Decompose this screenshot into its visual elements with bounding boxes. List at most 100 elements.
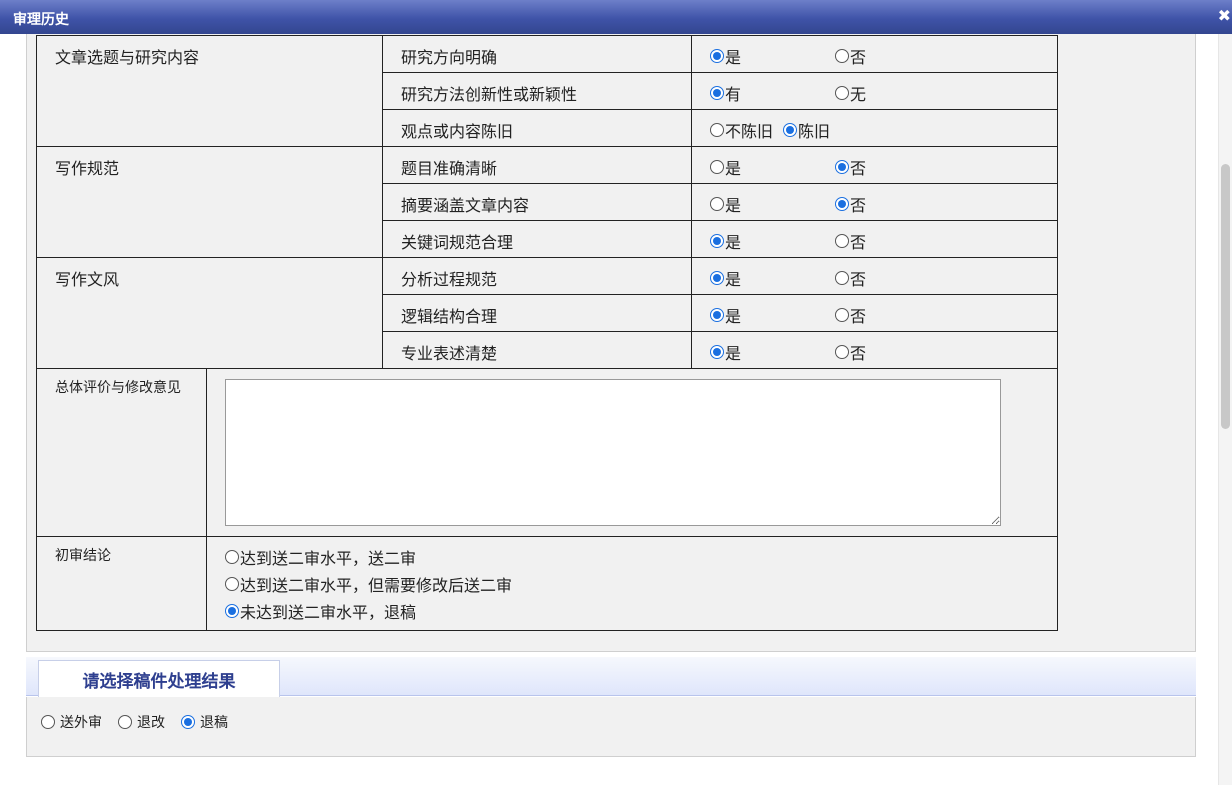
radio-button[interactable] <box>710 86 724 100</box>
option-label: 是 <box>725 344 742 363</box>
result-option-label: 退稿 <box>200 715 228 731</box>
radio-button[interactable] <box>835 86 849 100</box>
radio-option[interactable]: 有 <box>710 81 741 105</box>
radio-button[interactable] <box>710 308 724 322</box>
options-cell: 是否 <box>691 146 1058 184</box>
conclusion-option-label: 达到送二审水平，但需要修改后送二审 <box>240 575 513 595</box>
criterion-label: 摘要涵盖文章内容 <box>401 196 530 215</box>
tab-select-result[interactable]: 请选择稿件处理结果 <box>38 660 280 697</box>
option-label: 否 <box>850 344 867 363</box>
radio-option[interactable]: 是 <box>710 340 741 364</box>
radio-button[interactable] <box>710 123 724 137</box>
radio-button[interactable] <box>835 234 849 248</box>
window-titlebar: 审理历史 ✖ <box>0 0 1232 34</box>
radio-option[interactable]: 否 <box>835 229 866 253</box>
result-option[interactable]: 退稿 <box>181 712 228 732</box>
criterion-label: 观点或内容陈旧 <box>401 122 514 141</box>
comments-textarea[interactable] <box>225 379 1001 526</box>
radio-button[interactable] <box>118 715 132 729</box>
category-label: 文章选题与研究内容 <box>55 48 200 67</box>
option-label: 否 <box>850 196 867 215</box>
criterion-label: 分析过程规范 <box>401 270 498 289</box>
radio-button[interactable] <box>710 160 724 174</box>
radio-option[interactable]: 否 <box>835 44 866 68</box>
radio-button[interactable] <box>710 234 724 248</box>
radio-button[interactable] <box>225 603 239 618</box>
radio-option[interactable]: 否 <box>835 192 866 216</box>
radio-button[interactable] <box>710 197 724 211</box>
conclusion-option[interactable]: 未达到送二审水平，退稿 <box>225 597 1039 624</box>
comments-label: 总体评价与修改意见 <box>55 380 181 396</box>
option-label: 是 <box>725 233 742 252</box>
radio-button[interactable] <box>835 49 849 63</box>
vertical-scrollbar[interactable] <box>1218 34 1232 785</box>
radio-button[interactable] <box>835 308 849 322</box>
option-label: 是 <box>725 196 742 215</box>
result-box: 送外审 退改 退稿 <box>26 697 1196 757</box>
table-row: 写作规范 题目准确清晰是否 <box>36 146 1058 258</box>
radio-button[interactable] <box>710 49 724 63</box>
radio-option[interactable]: 否 <box>835 155 866 179</box>
criterion-cell: 逻辑结构合理 <box>382 294 692 332</box>
comments-label-cell: 总体评价与修改意见 <box>36 368 207 537</box>
radio-button[interactable] <box>835 345 849 359</box>
radio-button[interactable] <box>710 271 724 285</box>
conclusion-options-cell: 达到送二审水平，送二审达到送二审水平，但需要修改后送二审 未达到送二审水平，退稿 <box>206 536 1058 631</box>
radio-button[interactable] <box>835 271 849 285</box>
radio-button[interactable] <box>835 160 849 174</box>
radio-option[interactable]: 是 <box>710 229 741 253</box>
option-label: 是 <box>725 159 742 178</box>
criterion-label: 关键词规范合理 <box>401 233 514 252</box>
conclusion-option[interactable]: 达到送二审水平，但需要修改后送二审 <box>225 570 1039 597</box>
category-label: 写作文风 <box>55 270 120 289</box>
radio-option[interactable]: 否 <box>835 303 866 327</box>
criterion-cell: 研究方法创新性或新颖性 <box>382 72 692 110</box>
criterion-label: 研究方法创新性或新颖性 <box>401 85 578 104</box>
radio-option[interactable]: 是 <box>710 155 741 179</box>
conclusion-row: 初审结论 达到送二审水平，送二审 达到送二审水平，但需要修改后送二审 未达到送二审水平… <box>36 536 1058 631</box>
result-option-label: 退改 <box>137 715 165 731</box>
option-label: 是 <box>725 270 742 289</box>
result-options: 送外审 退改 退稿 <box>41 712 228 732</box>
radio-option[interactable]: 不陈旧 <box>710 118 773 142</box>
criterion-cell: 分析过程规范 <box>382 257 692 295</box>
radio-button[interactable] <box>783 123 798 137</box>
radio-option[interactable]: 是 <box>710 303 741 327</box>
conclusion-option-label: 达到送二审水平，送二审 <box>240 548 417 568</box>
result-tabbar: 请选择稿件处理结果 <box>26 657 1196 697</box>
option-label: 否 <box>850 159 867 178</box>
radio-option[interactable]: 是 <box>710 192 741 216</box>
options-cell: 是否 <box>691 294 1058 332</box>
radio-option[interactable]: 无 <box>835 81 866 105</box>
table-row: 写作文风 分析过程规范是否 <box>36 257 1058 369</box>
scrollbar-thumb[interactable] <box>1221 164 1230 429</box>
result-option[interactable]: 送外审 <box>41 712 102 732</box>
criterion-cell: 关键词规范合理 <box>382 220 692 258</box>
criterion-label: 逻辑结构合理 <box>401 307 498 326</box>
radio-button[interactable] <box>710 345 724 359</box>
radio-option[interactable]: 是 <box>710 44 741 68</box>
criterion-cell: 题目准确清晰 <box>382 146 692 184</box>
criterion-cell: 观点或内容陈旧 <box>382 109 692 147</box>
close-icon[interactable]: ✖ <box>1218 6 1231 25</box>
radio-option[interactable]: 否 <box>835 266 866 290</box>
category-label: 写作规范 <box>55 159 120 178</box>
option-label: 是 <box>725 48 742 67</box>
radio-option[interactable]: 陈旧 <box>783 118 830 142</box>
options-cell: 有无 <box>691 72 1058 110</box>
option-label: 不陈旧 <box>725 122 774 141</box>
radio-button[interactable] <box>225 576 239 591</box>
radio-button[interactable] <box>181 715 195 729</box>
option-label: 否 <box>850 48 867 67</box>
option-label: 有 <box>725 85 742 104</box>
result-option[interactable]: 退改 <box>118 712 165 732</box>
radio-option[interactable]: 否 <box>835 340 866 364</box>
radio-option[interactable]: 是 <box>710 266 741 290</box>
criterion-label: 专业表述清楚 <box>401 344 498 363</box>
radio-button[interactable] <box>835 197 849 211</box>
conclusion-option[interactable]: 达到送二审水平，送二审 <box>225 543 1039 570</box>
radio-button[interactable] <box>225 549 239 564</box>
option-label: 否 <box>850 270 867 289</box>
category-cell: 写作规范 <box>36 146 383 258</box>
radio-button[interactable] <box>41 715 55 729</box>
